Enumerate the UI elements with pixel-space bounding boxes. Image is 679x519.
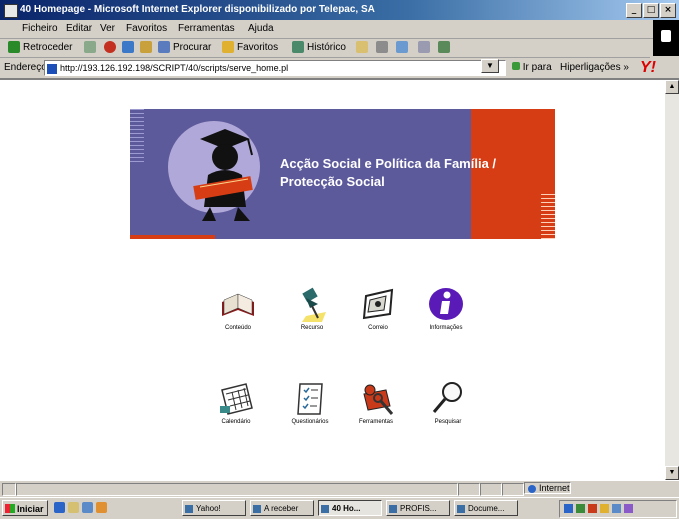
- calendar-icon: [220, 383, 253, 415]
- menu-edit[interactable]: Editar: [66, 23, 92, 34]
- pushpin-icon: [302, 287, 326, 322]
- system-tray: [559, 500, 677, 518]
- outlook-quicklaunch-icon[interactable]: [68, 502, 79, 513]
- search-button[interactable]: Procurar: [158, 41, 211, 53]
- scroll-down-icon[interactable]: ▼: [665, 466, 679, 480]
- address-bar: Endereço http://193.126.192.198/SCRIPT/4…: [0, 58, 679, 80]
- media-quicklaunch-icon[interactable]: [96, 502, 107, 513]
- task-documento[interactable]: Docume...: [454, 500, 518, 516]
- tray-volume-icon[interactable]: [600, 504, 609, 513]
- mail-button[interactable]: [356, 41, 368, 53]
- task-profis[interactable]: PROFIS...: [386, 500, 450, 516]
- security-zone: Internet: [524, 482, 571, 494]
- page-status-icon: [2, 483, 16, 496]
- tray-antivirus-icon[interactable]: [576, 504, 585, 513]
- discuss-icon: [418, 41, 430, 53]
- magnifier-icon: [432, 382, 462, 413]
- desktop-quicklaunch-icon[interactable]: [82, 502, 93, 513]
- tray-monitor-icon[interactable]: [612, 504, 621, 513]
- toolbox-icon: [363, 384, 394, 415]
- task-yahoo[interactable]: Yahoo!: [182, 500, 246, 516]
- menu-file[interactable]: Ficheiro: [22, 23, 58, 34]
- mail-icon: [362, 288, 394, 320]
- home-icon: [140, 41, 152, 53]
- messenger-button[interactable]: [438, 41, 450, 53]
- messenger-icon: [438, 41, 450, 53]
- menu-favorites[interactable]: Favoritos: [126, 23, 167, 34]
- yahoo-icon[interactable]: Y!: [640, 59, 656, 77]
- menu-bar: Ficheiro Editar Ver Favoritos Ferramenta…: [0, 20, 679, 39]
- app-questionarios[interactable]: Questionários: [280, 380, 340, 425]
- edit-page-icon: [396, 41, 408, 53]
- close-button[interactable]: ×: [660, 3, 676, 18]
- menu-tools[interactable]: Ferramentas: [178, 23, 235, 34]
- forward-arrow-icon: [84, 41, 96, 53]
- favorites-button[interactable]: Favoritos: [222, 41, 278, 53]
- app-informacoes[interactable]: Informações: [416, 286, 476, 331]
- forward-button[interactable]: [84, 41, 96, 53]
- address-dropdown-button[interactable]: ▼: [481, 59, 499, 73]
- vertical-scrollbar[interactable]: ▲ ▼: [665, 80, 679, 480]
- history-icon: [292, 41, 304, 53]
- app-conteudo[interactable]: Conteúdo: [208, 288, 268, 331]
- stop-button[interactable]: [104, 41, 116, 53]
- discuss-button[interactable]: [418, 41, 430, 53]
- book-icon: [222, 293, 254, 316]
- search-icon: [158, 41, 170, 53]
- star-folder-icon: [222, 41, 234, 53]
- stop-icon: [104, 41, 116, 53]
- tray-app-icon[interactable]: [588, 504, 597, 513]
- go-button[interactable]: Ir para: [512, 62, 552, 73]
- menu-view[interactable]: Ver: [100, 23, 115, 34]
- task-a-receber[interactable]: A receber: [250, 500, 314, 516]
- app-ferramentas[interactable]: Ferramentas: [346, 380, 406, 425]
- graduate-figure-icon: [193, 129, 253, 221]
- menu-help[interactable]: Ajuda: [248, 23, 274, 34]
- ie-throbber-logo: [653, 20, 679, 56]
- printer-icon: [376, 41, 388, 53]
- history-button[interactable]: Histórico: [292, 41, 346, 53]
- address-input[interactable]: http://193.126.192.198/SCRIPT/40/scripts…: [44, 60, 506, 76]
- address-url: http://193.126.192.198/SCRIPT/40/scripts…: [60, 63, 289, 73]
- taskbar: Iniciar Yahoo! A receber 40 Ho... PROFIS…: [0, 497, 679, 519]
- ie-icon: [4, 4, 18, 18]
- app-correio[interactable]: Correio: [348, 286, 408, 331]
- ie-quicklaunch-icon[interactable]: [54, 502, 65, 513]
- go-arrow-icon: [512, 62, 520, 70]
- status-bar: Internet: [0, 480, 679, 497]
- back-arrow-icon: [8, 41, 20, 53]
- edit-button[interactable]: [396, 41, 408, 53]
- maximize-button[interactable]: □: [643, 3, 659, 18]
- tray-network-icon[interactable]: [564, 504, 573, 513]
- banner-title: Acção Social e Política da Família / Pro…: [280, 156, 497, 189]
- back-button[interactable]: Retroceder: [8, 41, 72, 53]
- minimize-button[interactable]: _: [626, 3, 642, 18]
- home-button[interactable]: [140, 41, 152, 53]
- app-recurso[interactable]: Recurso: [282, 286, 342, 331]
- page-icon: [47, 63, 57, 74]
- address-label: Endereço: [4, 62, 47, 73]
- refresh-icon: [122, 41, 134, 53]
- window-title: 40 Homepage - Microsoft Internet Explore…: [20, 4, 375, 15]
- title-bar: 40 Homepage - Microsoft Internet Explore…: [0, 0, 679, 20]
- app-calendario[interactable]: Calendário: [206, 380, 266, 425]
- task-40-homepage[interactable]: 40 Ho...: [318, 500, 382, 516]
- page-content: Acção Social e Política da Família / Pro…: [0, 80, 665, 480]
- envelope-icon: [356, 41, 368, 53]
- app-pesquisar[interactable]: Pesquisar: [418, 380, 478, 425]
- start-button[interactable]: Iniciar: [2, 500, 48, 516]
- scroll-up-icon[interactable]: ▲: [665, 80, 679, 94]
- tray-messenger-icon[interactable]: [624, 504, 633, 513]
- checklist-icon: [297, 383, 323, 415]
- status-text: [16, 483, 458, 496]
- toolbar: Retroceder Procurar Favoritos Histórico: [0, 39, 650, 58]
- site-banner: Acção Social e Política da Família / Pro…: [130, 109, 555, 239]
- refresh-button[interactable]: [122, 41, 134, 53]
- print-button[interactable]: [376, 41, 388, 53]
- links-button[interactable]: Hiperligações »: [560, 62, 629, 73]
- info-icon: [429, 288, 463, 320]
